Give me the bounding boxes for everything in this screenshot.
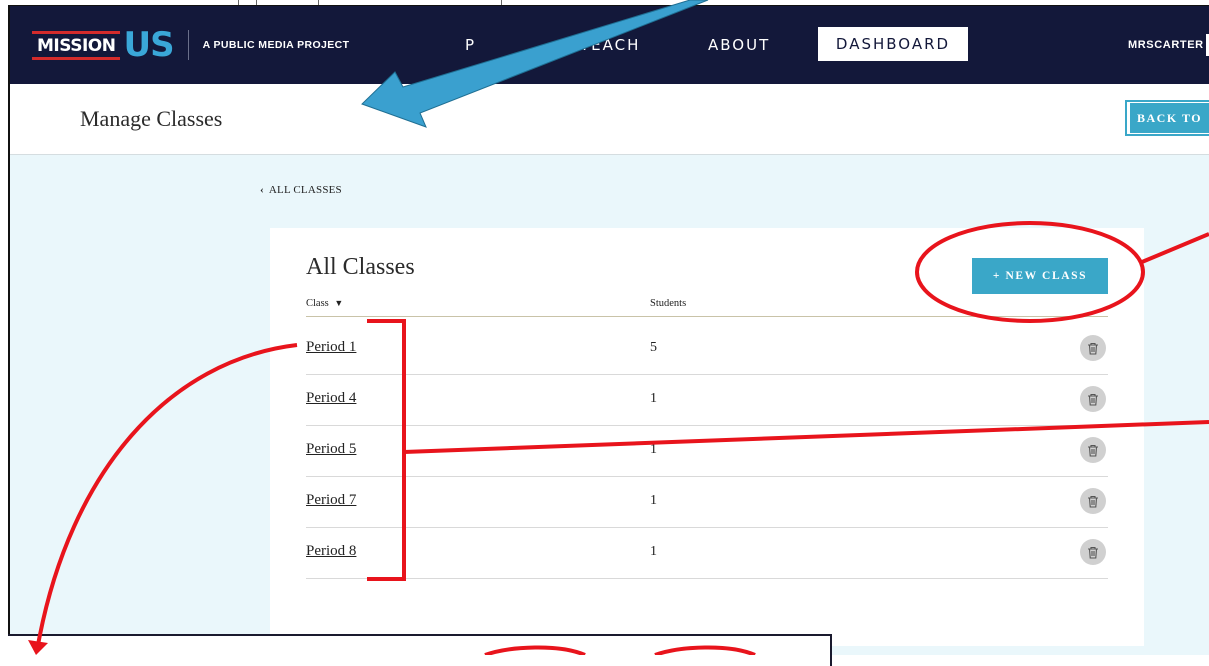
breadcrumb[interactable]: ‹ ALL CLASSES: [260, 184, 342, 196]
class-link[interactable]: Period 7: [306, 492, 356, 509]
class-link[interactable]: Period 5: [306, 441, 356, 458]
trash-icon[interactable]: [1080, 335, 1106, 361]
logo-tagline: A PUBLIC MEDIA PROJECT: [202, 39, 350, 51]
overlay-window-edge: [8, 634, 832, 666]
app-window: MISSION US A PUBLIC MEDIA PROJECT P TEAC…: [8, 6, 1209, 655]
nav-item-about[interactable]: ABOUT: [708, 36, 770, 54]
logo-us-text: US: [123, 25, 174, 65]
top-nav: MISSION US A PUBLIC MEDIA PROJECT P TEAC…: [10, 6, 1209, 84]
student-count: 1: [650, 493, 657, 508]
trash-icon[interactable]: [1080, 488, 1106, 514]
back-button-label: BACK TO: [1130, 103, 1209, 133]
nav-item-play[interactable]: P: [465, 36, 476, 54]
logo-mission-text: MISSION: [32, 30, 121, 60]
nav-item-dashboard[interactable]: DASHBOARD: [818, 27, 968, 61]
logo-divider: [187, 30, 189, 60]
student-count: 1: [650, 544, 657, 559]
frame-top-border: [8, 5, 1209, 6]
breadcrumb-label: ALL CLASSES: [268, 184, 342, 196]
table-row: Period 5 1: [306, 425, 1108, 477]
trash-icon[interactable]: [1080, 386, 1106, 412]
column-header-class[interactable]: Class ▼: [306, 298, 343, 309]
card-title: All Classes: [306, 254, 415, 280]
mission-us-logo[interactable]: MISSION US A PUBLIC MEDIA PROJECT: [32, 28, 349, 62]
class-link[interactable]: Period 4: [306, 390, 356, 407]
new-class-button[interactable]: + NEW CLASS: [972, 258, 1108, 294]
column-header-students: Students: [650, 298, 687, 309]
table-row: Period 8 1: [306, 527, 1108, 579]
column-header-class-label: Class: [306, 298, 329, 309]
page-title: Manage Classes: [80, 106, 223, 131]
student-count: 1: [650, 442, 657, 457]
table-row: Period 4 1: [306, 374, 1108, 426]
user-menu[interactable]: MRSCARTER: [1128, 39, 1204, 51]
sort-down-icon: ▼: [334, 298, 344, 308]
student-count: 5: [650, 340, 657, 355]
back-to-dashboard-button[interactable]: BACK TO: [1125, 100, 1209, 136]
trash-icon[interactable]: [1080, 539, 1106, 565]
nav-item-teach[interactable]: TEACH: [580, 36, 640, 54]
header-divider: [306, 316, 1108, 317]
table-row: Period 1 5: [306, 323, 1108, 375]
page-header: Manage Classes BACK TO: [10, 84, 1209, 155]
chevron-left-icon: ‹: [260, 184, 264, 196]
trash-icon[interactable]: [1080, 437, 1106, 463]
student-count: 1: [650, 391, 657, 406]
table-row: Period 7 1: [306, 476, 1108, 528]
class-link[interactable]: Period 8: [306, 543, 356, 560]
classes-card: All Classes + NEW CLASS Class ▼ Students…: [270, 228, 1144, 646]
class-link[interactable]: Period 1: [306, 339, 356, 356]
